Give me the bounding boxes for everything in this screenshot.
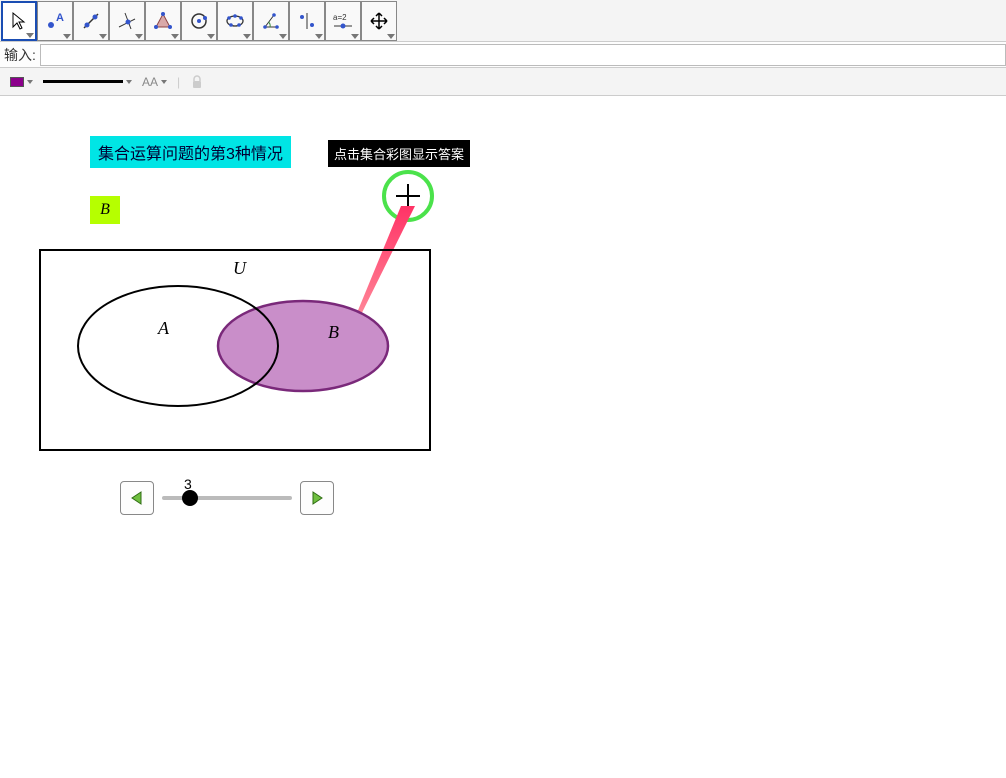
slider-icon: a=2 [331, 11, 355, 31]
arrow-left-icon [129, 490, 145, 506]
set-B-ellipse[interactable] [218, 301, 388, 391]
tool-move-view[interactable] [361, 1, 397, 41]
tool-perpendicular[interactable] [109, 1, 145, 41]
cursor-icon [9, 11, 29, 31]
tool-circle[interactable] [181, 1, 217, 41]
color-picker[interactable] [10, 77, 33, 87]
reflect-icon [297, 11, 317, 31]
svg-text:a=2: a=2 [333, 13, 347, 22]
conic-icon [225, 11, 245, 31]
tool-reflect[interactable] [289, 1, 325, 41]
point-icon: A [45, 11, 65, 31]
tool-conic[interactable] [217, 1, 253, 41]
tool-line[interactable] [73, 1, 109, 41]
label-U: U [233, 258, 247, 278]
slider-next-button[interactable] [300, 481, 334, 515]
graphics-canvas[interactable]: 集合运算问题的第3种情况 点击集合彩图显示答案 B U A B 3 [0, 96, 1006, 778]
style-bar: AA | [0, 68, 1006, 96]
line-icon [81, 11, 101, 31]
input-label: 输入: [0, 45, 40, 65]
tool-move[interactable] [1, 1, 37, 41]
venn-diagram[interactable]: U A B [38, 156, 478, 496]
circle-icon [189, 11, 209, 31]
perpendicular-icon [117, 11, 137, 31]
tool-slider[interactable]: a=2 [325, 1, 361, 41]
tool-point[interactable]: A [37, 1, 73, 41]
svg-text:A: A [56, 12, 64, 24]
tool-angle[interactable] [253, 1, 289, 41]
polygon-icon [153, 11, 173, 31]
line-sample-icon [43, 80, 123, 83]
tool-polygon[interactable] [145, 1, 181, 41]
arrow-right-icon [309, 490, 325, 506]
lock-icon [190, 75, 204, 89]
color-swatch-icon [10, 77, 24, 87]
input-bar: 输入: [0, 42, 1006, 68]
slider-prev-button[interactable] [120, 481, 154, 515]
label-B2: B [328, 322, 339, 342]
move-view-icon [369, 11, 389, 31]
font-size-picker[interactable]: AA [142, 75, 167, 89]
lock-button[interactable] [190, 75, 204, 89]
line-style-picker[interactable] [43, 80, 132, 84]
divider: | [177, 75, 180, 89]
slider-control: 3 [120, 481, 334, 515]
command-input[interactable] [40, 44, 1006, 66]
slider-track[interactable]: 3 [162, 496, 292, 500]
font-size-label: AA [142, 75, 158, 89]
angle-icon [261, 11, 281, 31]
slider-knob[interactable] [182, 490, 198, 506]
main-toolbar: A a=2 [0, 0, 1006, 42]
label-A: A [157, 318, 170, 338]
